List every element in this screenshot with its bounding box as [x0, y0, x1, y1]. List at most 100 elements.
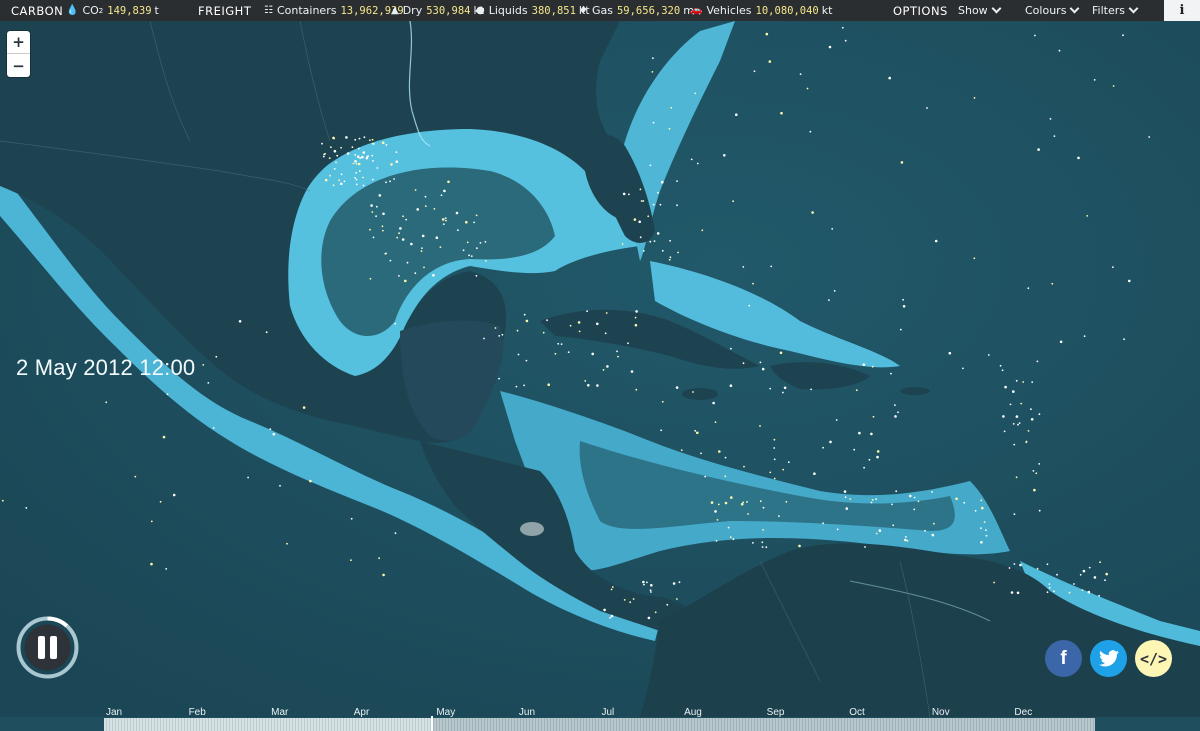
ship-dot — [669, 239, 671, 242]
ship-dot — [362, 176, 364, 179]
ship-dot — [542, 331, 545, 334]
twitter-button[interactable] — [1090, 640, 1127, 677]
ship-dot — [642, 200, 645, 202]
show-dropdown[interactable]: Show — [958, 0, 1002, 21]
ship-dot — [603, 608, 606, 612]
ship-dot — [420, 250, 423, 253]
ship-dot — [715, 540, 718, 542]
ship-dot — [831, 228, 834, 230]
ship-dot — [987, 354, 990, 356]
ship-dot — [378, 194, 382, 197]
ship-dot — [778, 515, 780, 517]
month-label: Nov — [931, 707, 950, 718]
ship-dot — [398, 232, 400, 235]
ship-dot — [479, 242, 482, 244]
ship-dot — [647, 616, 651, 620]
zoom-out-button[interactable]: − — [7, 54, 30, 77]
ship-dot — [1015, 379, 1018, 382]
ship-dot — [382, 229, 384, 232]
ship-dot — [876, 455, 879, 459]
timeline[interactable]: Jan Feb Mar Apr May Jun Jul Aug Sep Oct Nov Dec — [0, 704, 1200, 731]
ship-dot — [1122, 34, 1124, 37]
ship-dot — [769, 471, 772, 474]
ship-dot — [523, 313, 526, 316]
ship-dot — [385, 144, 388, 146]
facebook-button[interactable]: f — [1045, 640, 1082, 677]
ship-dot — [610, 588, 613, 591]
ship-dot — [346, 152, 350, 155]
ship-dot — [723, 154, 726, 157]
ship-dot — [1128, 279, 1131, 283]
ship-dot — [1012, 423, 1015, 425]
colours-dropdown[interactable]: Colours — [1025, 0, 1080, 21]
embed-button[interactable]: </> — [1135, 640, 1172, 677]
ship-dot — [1086, 215, 1089, 217]
ship-dot — [402, 215, 404, 218]
ship-dot — [445, 219, 447, 222]
ship-dot — [476, 247, 478, 250]
options-label: OPTIONS — [893, 3, 948, 18]
ship-dot — [202, 364, 205, 366]
ship-dot — [670, 106, 673, 109]
ship-dot — [1025, 440, 1028, 443]
ship-dot — [587, 384, 590, 387]
ship-dot — [909, 494, 912, 498]
ship-dot — [335, 161, 337, 164]
ship-dot — [727, 526, 730, 529]
ship-dot — [371, 142, 374, 145]
ship-dot — [616, 350, 618, 353]
ship-dot — [370, 204, 373, 207]
ship-dot — [352, 162, 355, 165]
pause-icon — [38, 636, 45, 659]
ship-dot — [905, 536, 907, 538]
ship-dot — [501, 333, 504, 336]
pause-button[interactable] — [16, 616, 79, 679]
ship-dot — [1036, 360, 1039, 363]
ship-dot — [1013, 513, 1016, 516]
ship-dot — [378, 557, 380, 560]
month-label: Jul — [601, 707, 615, 718]
ship-dot — [773, 458, 776, 461]
ship-dot — [1077, 156, 1080, 160]
info-button[interactable]: i — [1164, 0, 1200, 21]
ship-dot — [596, 322, 599, 326]
ship-dot — [640, 200, 643, 202]
zoom-in-button[interactable]: + — [7, 31, 30, 54]
liquid-drop-icon: ● — [476, 5, 485, 16]
gas-stat: ♦ Gas 59,656,320 m3 — [579, 0, 698, 21]
ship-dot — [1017, 423, 1019, 426]
ship-dot — [742, 266, 745, 268]
ship-dot — [525, 319, 529, 323]
ship-dot — [635, 310, 638, 313]
ship-dot — [740, 502, 744, 506]
ship-dot — [606, 365, 609, 368]
ship-dot — [584, 380, 587, 382]
ship-dot — [567, 351, 570, 354]
ship-dot — [525, 359, 528, 362]
ship-dot — [617, 355, 619, 358]
ship-dot — [355, 172, 357, 174]
ship-dot — [894, 415, 897, 418]
ship-dot — [1058, 49, 1061, 52]
ship-dot — [724, 501, 728, 505]
ship-dot — [676, 598, 678, 600]
ship-dot — [647, 215, 650, 218]
ship-dot — [330, 146, 332, 149]
ship-dot — [424, 195, 427, 198]
ship-dot — [468, 254, 470, 257]
ship-dot — [828, 299, 830, 301]
ship-dot — [439, 246, 442, 249]
ship-dot — [1038, 509, 1041, 512]
ship-dot — [759, 500, 762, 503]
ship-dot — [875, 498, 877, 500]
ship-dot — [1013, 443, 1016, 446]
ship-dot — [517, 353, 520, 356]
ship-dot — [985, 534, 988, 537]
ship-dot — [494, 327, 497, 329]
timeline-cursor[interactable] — [431, 716, 434, 731]
ship-dot — [238, 320, 242, 323]
ship-dot — [773, 447, 776, 449]
ship-dot — [677, 251, 679, 254]
ship-dot — [761, 367, 765, 371]
filters-dropdown[interactable]: Filters — [1092, 0, 1139, 21]
